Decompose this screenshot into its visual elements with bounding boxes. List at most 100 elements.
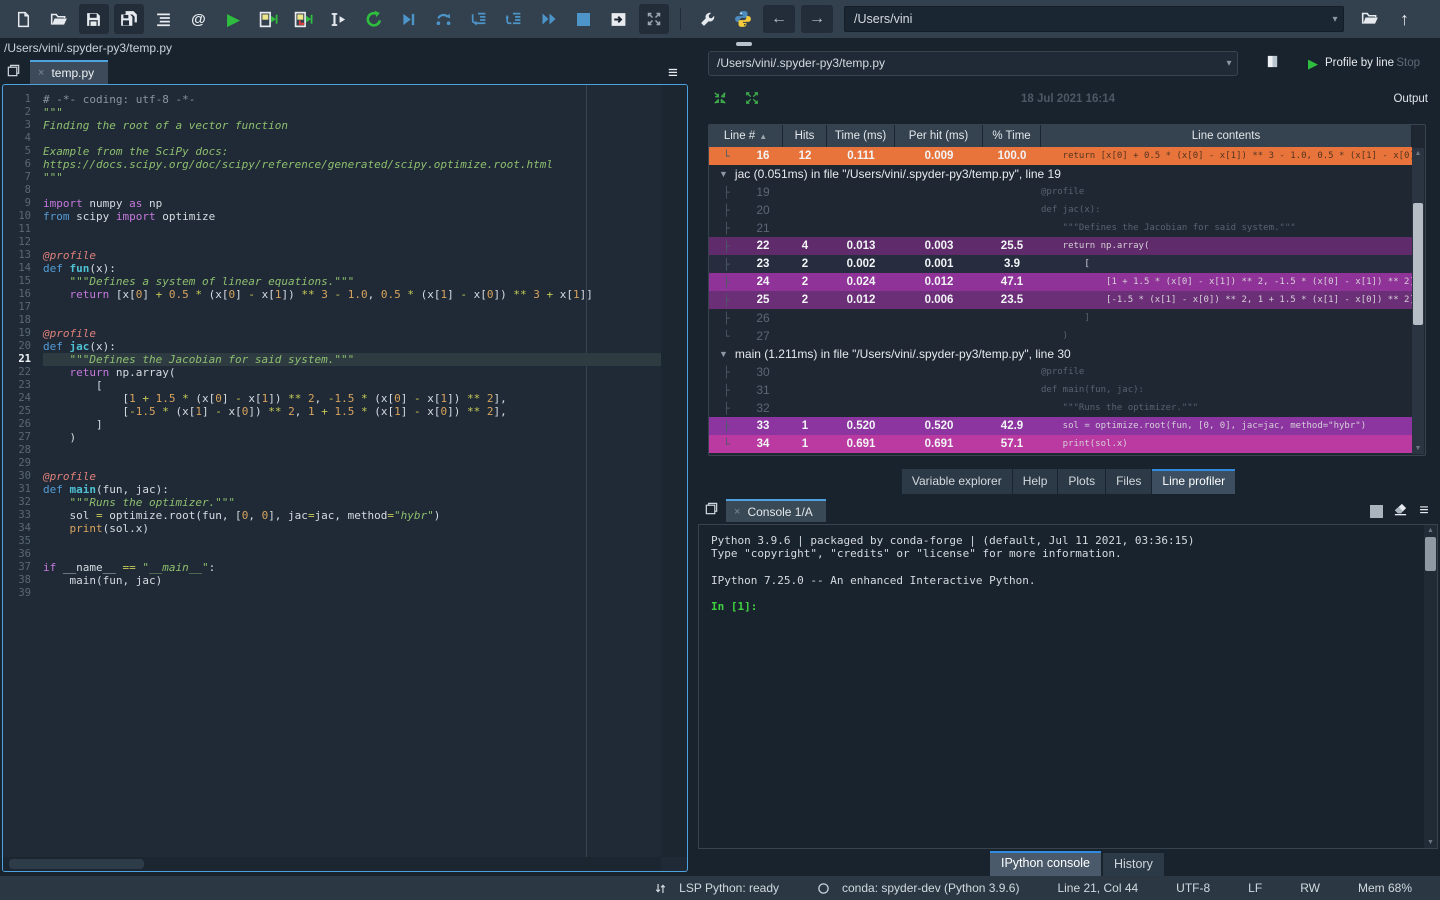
close-tab-icon[interactable]: ×: [38, 67, 44, 79]
chevron-down-icon[interactable]: ▾: [1327, 14, 1343, 25]
profiler-row[interactable]: ├2320.0020.0013.9 [: [709, 255, 1412, 273]
python-path-button[interactable]: [728, 4, 758, 34]
scroll-down-icon[interactable]: ▼: [1424, 839, 1437, 846]
code-line[interactable]: 15 """Defines a system of linear equatio…: [3, 275, 661, 288]
profiler-function-row[interactable]: ▼main (1.211ms) in file "/Users/vini/.sp…: [709, 345, 1412, 363]
outline-explorer-button[interactable]: [149, 4, 179, 34]
rerun-cell-button[interactable]: [359, 4, 389, 34]
scrollbar-thumb[interactable]: [1413, 203, 1423, 325]
code-line[interactable]: 22 return np.array(: [3, 366, 661, 379]
debug-button[interactable]: [394, 4, 424, 34]
code-line[interactable]: 23 [: [3, 379, 661, 392]
profiler-file-combobox[interactable]: /Users/vini/.spyder-py3/temp.py ▾: [708, 51, 1238, 76]
scroll-up-icon[interactable]: ▲: [1412, 150, 1424, 157]
tab-plots[interactable]: Plots: [1058, 469, 1105, 494]
console-tab[interactable]: × Console 1/A: [726, 499, 826, 522]
step-over-button[interactable]: [429, 4, 459, 34]
code-line[interactable]: 14def fun(x):: [3, 262, 661, 275]
code-line[interactable]: 4: [3, 132, 661, 145]
ipython-console[interactable]: Python 3.9.6 | packaged by conda-forge |…: [698, 524, 1438, 849]
column-header[interactable]: % Time: [983, 125, 1041, 147]
run-cell-advance-button[interactable]: [289, 4, 319, 34]
code-line[interactable]: 21 """Defines the Jacobian for said syst…: [3, 353, 661, 366]
forward-button[interactable]: →: [801, 5, 833, 33]
status-utf-8[interactable]: UTF-8: [1176, 881, 1210, 895]
code-line[interactable]: 1# -*- coding: utf-8 -*-: [3, 93, 661, 106]
run-button[interactable]: ▶: [219, 4, 249, 34]
profiler-row[interactable]: ├2240.0130.00325.5 return np.array(: [709, 237, 1412, 255]
stop-debug-button[interactable]: [569, 4, 599, 34]
step-into-button[interactable]: [464, 4, 494, 34]
editor-options-menu-button[interactable]: ≡: [660, 60, 686, 84]
code-line[interactable]: 17: [3, 301, 661, 314]
code-line[interactable]: 28: [3, 444, 661, 457]
column-header[interactable]: Per hit (ms): [895, 125, 983, 147]
browse-directory-button[interactable]: [1355, 4, 1385, 34]
stop-profile-button[interactable]: Stop: [1396, 57, 1420, 69]
tab-line-profiler[interactable]: Line profiler: [1152, 469, 1235, 494]
run-cell-button[interactable]: [254, 4, 284, 34]
code-line[interactable]: 11: [3, 223, 661, 236]
interrupt-kernel-button[interactable]: [1364, 500, 1388, 522]
code-line[interactable]: 20def jac(x):: [3, 340, 661, 353]
code-line[interactable]: 3Finding the root of a vector function: [3, 119, 661, 132]
chevron-down-icon[interactable]: ▾: [1221, 58, 1237, 69]
code-line[interactable]: 8: [3, 184, 661, 197]
run-to-cursor-button[interactable]: [604, 4, 634, 34]
profiler-row[interactable]: ├2420.0240.01247.1 [1 + 1.5 * (x[0] - x[…: [709, 273, 1412, 291]
tab-files[interactable]: Files: [1106, 469, 1151, 494]
code-line[interactable]: 5Example from the SciPy docs:: [3, 145, 661, 158]
profiler-scrollbar[interactable]: ▲ ▼: [1412, 148, 1424, 454]
profiler-row[interactable]: ├31def main(fun, jac):: [709, 381, 1412, 399]
code-line[interactable]: 37if __name__ == "__main__":: [3, 561, 661, 574]
tab-history[interactable]: History: [1103, 853, 1164, 876]
scroll-up-icon[interactable]: ▲: [1424, 527, 1437, 534]
status-lsp-python-ready[interactable]: LSP Python: ready: [654, 881, 779, 895]
working-directory-combobox[interactable]: /Users/vini ▾: [844, 6, 1344, 32]
tab-ipython-console[interactable]: IPython console: [990, 851, 1101, 876]
profiler-row[interactable]: └3410.6910.69157.1 print(sol.x): [709, 435, 1412, 453]
clear-console-button[interactable]: [1388, 500, 1412, 522]
close-tab-icon[interactable]: ×: [734, 506, 740, 518]
status-rw[interactable]: RW: [1300, 881, 1320, 895]
profiler-row[interactable]: ├19@profile: [709, 183, 1412, 201]
editor-tab-temp-py[interactable]: × temp.py: [30, 60, 108, 84]
code-line[interactable]: 19@profile: [3, 327, 661, 340]
code-line[interactable]: 32 """Runs the optimizer.""": [3, 496, 661, 509]
code-line[interactable]: 16 return [x[0] + 0.5 * (x[0] - x[1]) **…: [3, 288, 661, 301]
profiler-row[interactable]: ├3310.5200.52042.9 sol = optimize.root(f…: [709, 417, 1412, 435]
profiler-row[interactable]: ├2520.0120.00623.5 [-1.5 * (x[1] - x[0])…: [709, 291, 1412, 309]
collapse-triangle-icon[interactable]: ▼: [719, 349, 728, 359]
profiler-row[interactable]: ├32 """Runs the optimizer.""": [709, 399, 1412, 417]
new-file-button[interactable]: [9, 4, 39, 34]
status-conda-spyder-dev-python-3-9-6[interactable]: conda: spyder-dev (Python 3.9.6): [817, 881, 1019, 895]
browse-tabs-button[interactable]: [0, 60, 26, 84]
code-editor[interactable]: 1# -*- coding: utf-8 -*-2"""3Finding the…: [2, 84, 688, 872]
symbol-finder-button[interactable]: @: [184, 4, 214, 34]
step-return-button[interactable]: [499, 4, 529, 34]
maximize-pane-button[interactable]: [639, 4, 669, 34]
editor-horizontal-scrollbar[interactable]: [3, 857, 661, 871]
code-line[interactable]: 34 print(sol.x): [3, 522, 661, 535]
code-line[interactable]: 39: [3, 587, 661, 600]
column-header[interactable]: Time (ms): [827, 125, 895, 147]
profiler-row[interactable]: ├30@profile: [709, 363, 1412, 381]
status-line-21-col-44[interactable]: Line 21, Col 44: [1057, 881, 1138, 895]
code-line[interactable]: 26 ]: [3, 418, 661, 431]
code-line[interactable]: 2""": [3, 106, 661, 119]
select-file-button[interactable]: [1260, 52, 1284, 74]
code-line[interactable]: 25 [-1.5 * (x[1] - x[0]) ** 2, 1 + 1.5 *…: [3, 405, 661, 418]
console-scrollbar[interactable]: ▲ ▼: [1424, 525, 1437, 848]
run-selection-button[interactable]: [324, 4, 354, 34]
save-button[interactable]: [79, 4, 109, 34]
editor-vertical-scrollbar[interactable]: [661, 85, 687, 857]
column-header[interactable]: Line #▲: [709, 125, 783, 147]
scrollbar-thumb[interactable]: [1425, 537, 1436, 571]
status-lf[interactable]: LF: [1248, 881, 1262, 895]
open-file-button[interactable]: [44, 4, 74, 34]
profiler-row[interactable]: ├26 ]: [709, 309, 1412, 327]
browse-tabs-button[interactable]: [698, 498, 724, 522]
column-header[interactable]: Hits: [783, 125, 827, 147]
code-line[interactable]: 10from scipy import optimize: [3, 210, 661, 223]
code-line[interactable]: 36: [3, 548, 661, 561]
